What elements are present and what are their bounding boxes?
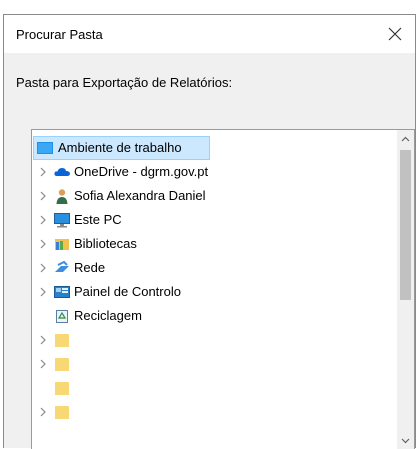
computer-icon [54, 212, 70, 228]
folder-icon [54, 332, 70, 348]
chevron-right-icon[interactable] [38, 287, 48, 297]
user-icon [54, 188, 70, 204]
libraries-icon [54, 236, 70, 252]
onedrive-cloud-icon [54, 164, 70, 180]
dialog-title: Procurar Pasta [16, 27, 103, 42]
tree-item-recycle-bin[interactable]: Reciclagem [32, 304, 392, 328]
tree-item-folder[interactable] [32, 400, 392, 424]
tree-item-label: Rede [74, 260, 106, 275]
desktop-icon [37, 140, 53, 156]
tree-item-folder[interactable] [32, 328, 392, 352]
chevron-right-icon[interactable] [38, 191, 48, 201]
browse-folder-dialog: Procurar Pasta Pasta para Exportação de … [3, 14, 416, 449]
tree-item-label: Painel de Controlo [74, 284, 181, 299]
dialog-prompt: Pasta para Exportação de Relatórios: [16, 75, 233, 90]
tree-item-folder[interactable] [32, 376, 392, 400]
tree-item-label: Bibliotecas [74, 236, 137, 251]
tree-item-control-panel[interactable]: Painel de Controlo [32, 280, 392, 304]
folder-icon [54, 380, 70, 396]
tree-item-label: Reciclagem [74, 308, 142, 323]
tree-item-network[interactable]: Rede [32, 256, 392, 280]
folder-tree[interactable]: Ambiente de trabalho OneDrive - dgrm.gov… [31, 129, 415, 449]
tree-item-label: Este PC [74, 212, 122, 227]
folder-icon [54, 356, 70, 372]
tree-item-onedrive[interactable]: OneDrive - dgrm.gov.pt [32, 160, 392, 184]
tree-item-label: Ambiente de trabalho [58, 140, 182, 155]
tree-item-label: Sofia Alexandra Daniel [74, 188, 206, 203]
chevron-right-icon[interactable] [38, 239, 48, 249]
tree-item-label: OneDrive - dgrm.gov.pt [74, 164, 209, 179]
tree-item-user[interactable]: Sofia Alexandra Daniel [32, 184, 392, 208]
vertical-scrollbar[interactable] [397, 130, 414, 449]
tree-item-this-pc[interactable]: Este PC [32, 208, 392, 232]
scrollbar-thumb[interactable] [400, 150, 411, 300]
folder-icon [54, 404, 70, 420]
chevron-right-icon[interactable] [38, 359, 48, 369]
close-button[interactable] [375, 15, 415, 53]
chevron-down-icon [401, 438, 410, 443]
close-icon [388, 27, 402, 41]
chevron-right-icon[interactable] [38, 263, 48, 273]
recycle-bin-icon [54, 308, 70, 324]
chevron-right-icon[interactable] [38, 215, 48, 225]
scroll-up-button[interactable] [397, 130, 414, 147]
chevron-right-icon[interactable] [38, 335, 48, 345]
tree-item-desktop[interactable]: Ambiente de trabalho [32, 136, 392, 160]
network-icon [54, 260, 70, 276]
tree-item-folder[interactable] [32, 352, 392, 376]
control-panel-icon [54, 284, 70, 300]
title-bar: Procurar Pasta [4, 15, 415, 53]
scroll-down-button[interactable] [397, 432, 414, 449]
tree-item-libraries[interactable]: Bibliotecas [32, 232, 392, 256]
chevron-right-icon[interactable] [38, 407, 48, 417]
chevron-up-icon [401, 136, 410, 141]
chevron-right-icon[interactable] [38, 167, 48, 177]
